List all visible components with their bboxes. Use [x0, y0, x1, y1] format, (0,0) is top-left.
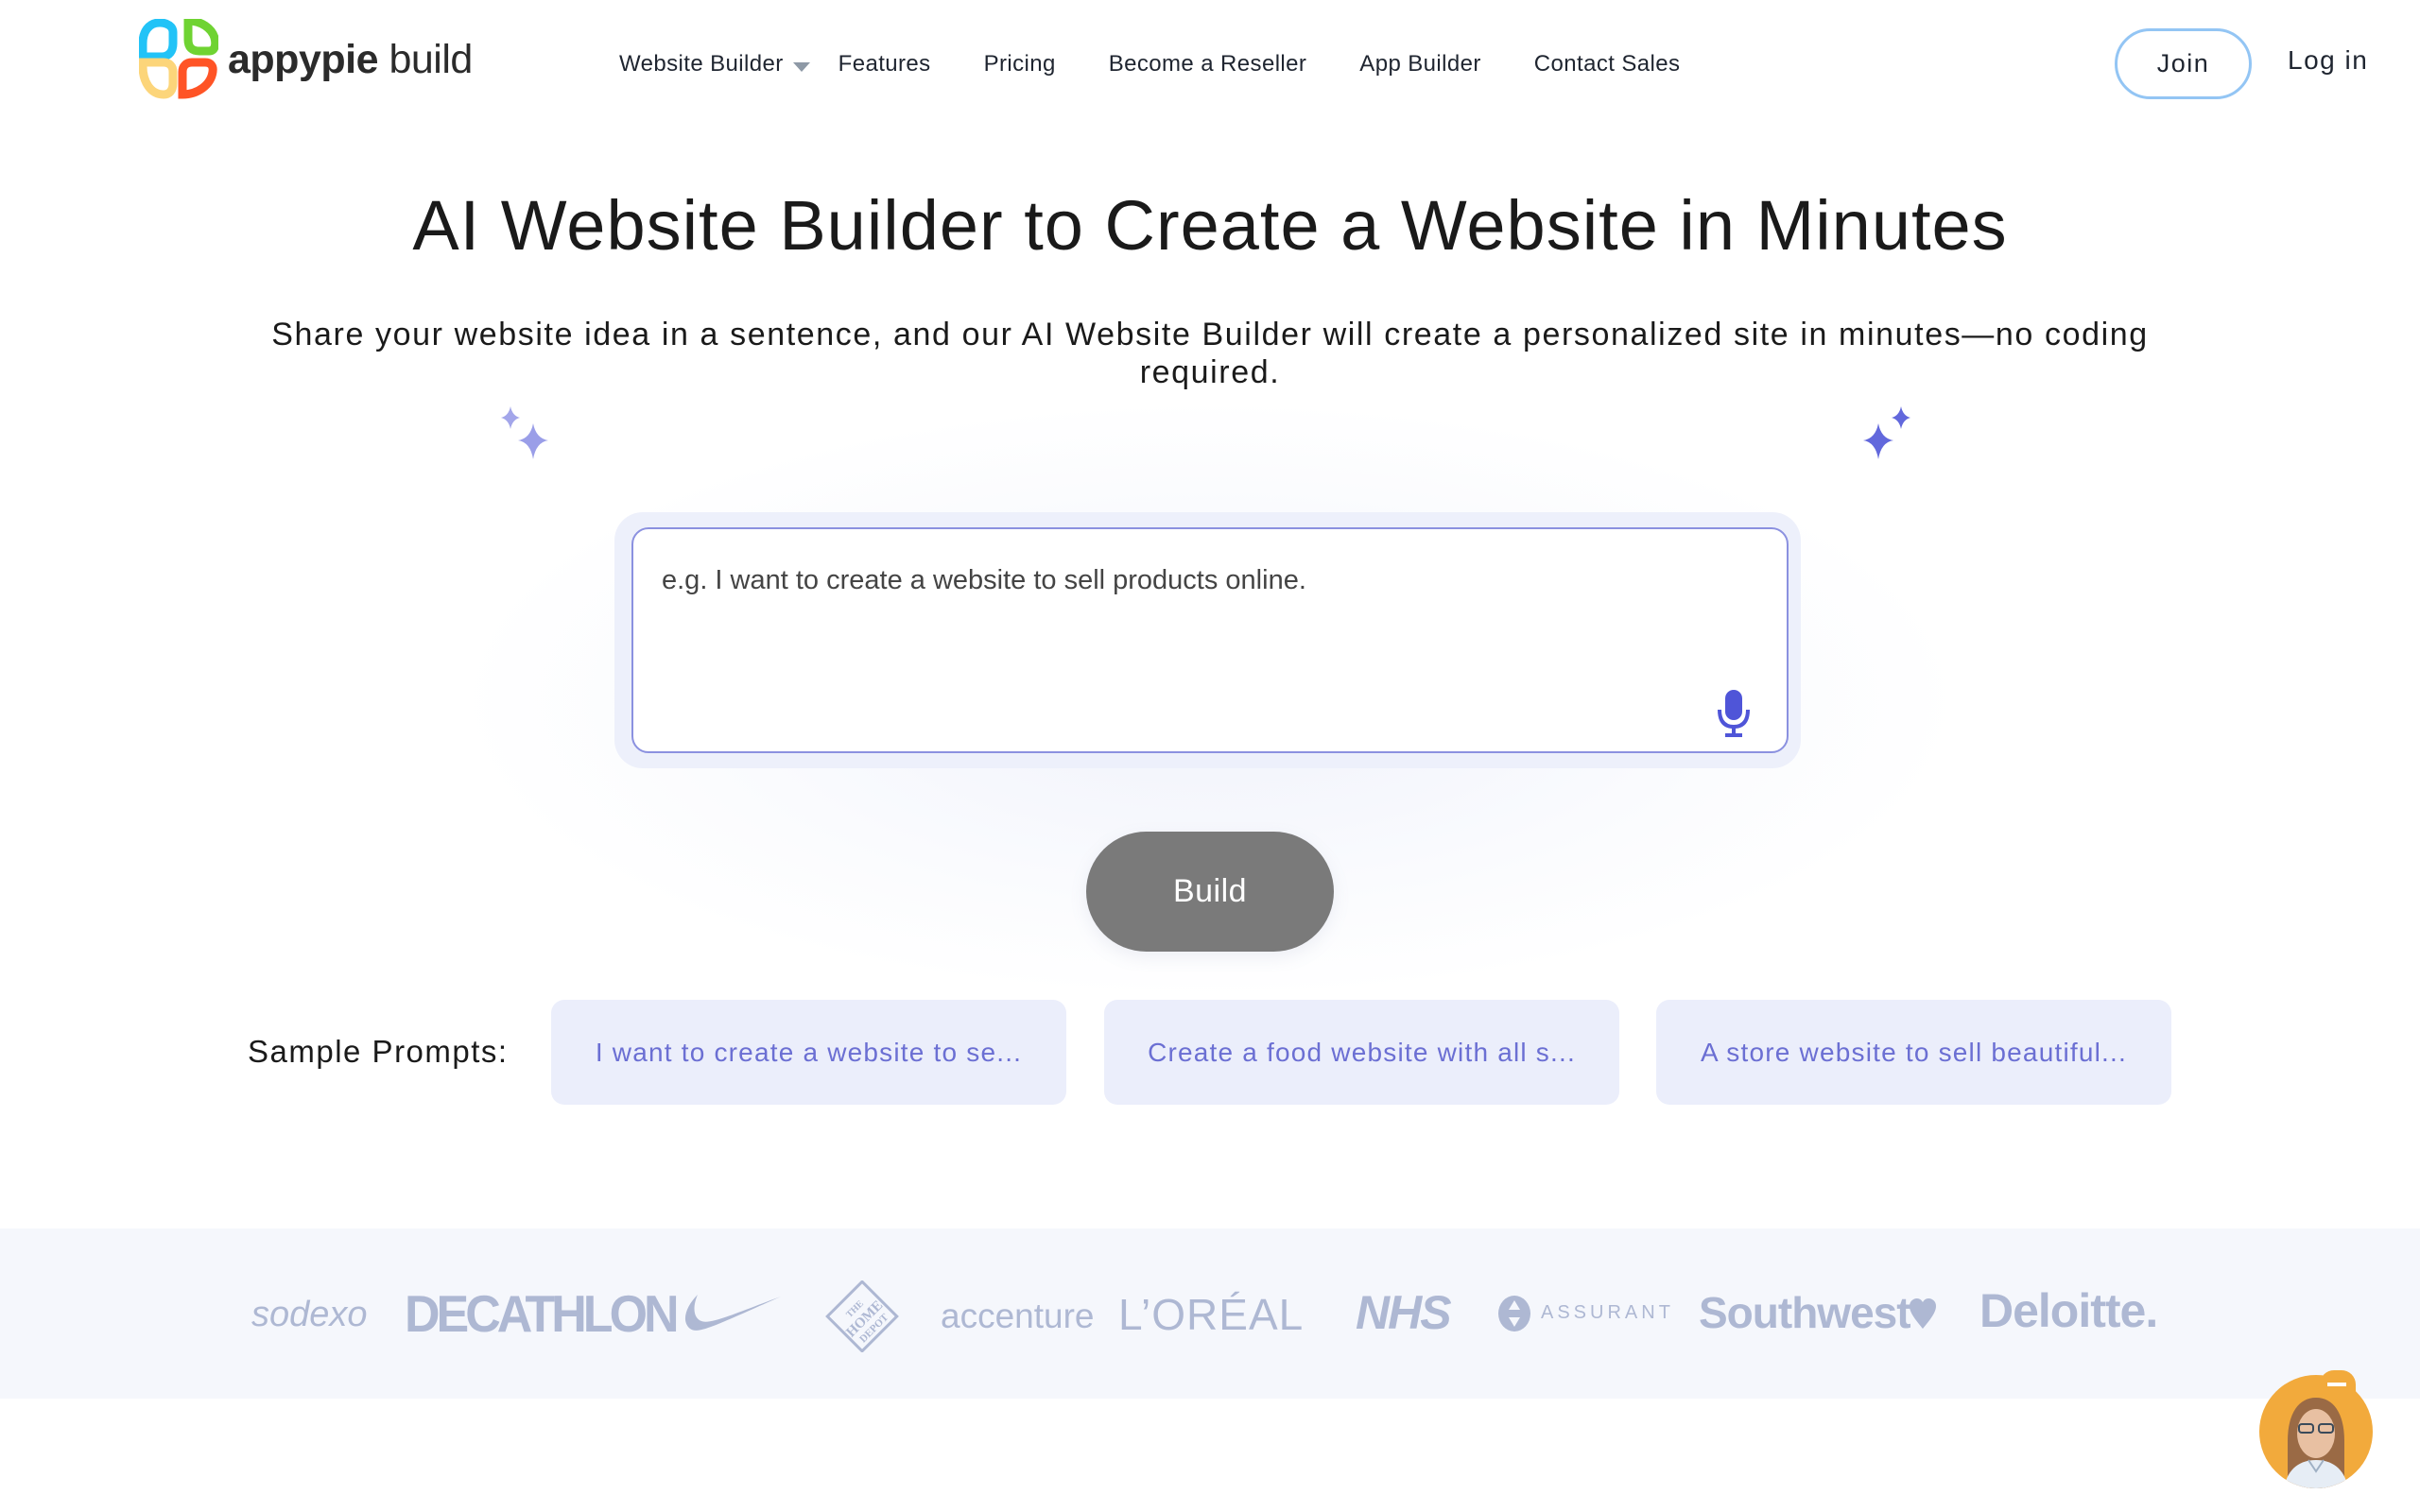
page-title: AI Website Builder to Create a Website i… — [412, 186, 2008, 265]
nav-features-label: Features — [838, 51, 931, 77]
loreal-logo: L’ORÉAL — [1118, 1290, 1305, 1339]
build-button[interactable]: Build — [1086, 832, 1334, 952]
assistant-avatar-icon — [2284, 1398, 2348, 1488]
nav-contact-sales[interactable]: Contact Sales — [1534, 51, 1681, 77]
chevron-down-icon — [792, 62, 810, 72]
nav-pricing[interactable]: Pricing — [984, 51, 1056, 77]
sample-prompts-label: Sample Prompts: — [248, 1034, 509, 1069]
nav-website-builder-label: Website Builder — [619, 51, 784, 77]
nav-app-builder-label: App Builder — [1359, 51, 1481, 77]
appypie-logo[interactable]: appypie build — [139, 19, 473, 100]
hero-subtitle: Share your website idea in a sentence, a… — [271, 317, 2149, 390]
accenture-logo: accenture — [941, 1297, 1095, 1335]
deloitte-logo: Deloitte. — [1979, 1284, 2158, 1337]
nike-swoosh-icon — [684, 1295, 781, 1331]
decathlon-logo: DECATHLON — [405, 1285, 680, 1344]
chat-assistant-button[interactable] — [2259, 1375, 2373, 1488]
assurant-globe-icon — [1498, 1296, 1530, 1332]
sparkle-icon — [1863, 406, 1910, 459]
website-idea-input[interactable] — [633, 529, 1787, 751]
sparkle-icon — [501, 406, 548, 459]
microphone-icon[interactable] — [1717, 689, 1751, 738]
prompt-box — [631, 527, 1789, 753]
sample-prompt-chip[interactable]: I want to create a website to se... — [551, 1000, 1066, 1105]
logo-wordmark: appypie build — [228, 36, 473, 82]
prompt-panel — [614, 512, 1801, 768]
nhs-logo: NHS — [1356, 1286, 1452, 1339]
assurant-logo: ASSURANT — [1541, 1302, 1674, 1323]
nav-features[interactable]: Features — [838, 51, 931, 77]
nav-become-reseller-label: Become a Reseller — [1108, 51, 1307, 77]
home-depot-logo-icon: THE HOME DEPOT — [825, 1280, 899, 1352]
nav-pricing-label: Pricing — [983, 51, 1056, 77]
login-link[interactable]: Log in — [2288, 45, 2368, 76]
appypie-clover-logo-icon — [139, 19, 218, 99]
nav-contact-sales-label: Contact Sales — [1533, 51, 1681, 77]
minimize-chat-button[interactable] — [2320, 1370, 2356, 1399]
sample-prompt-chip[interactable]: A store website to sell beautiful... — [1656, 1000, 2171, 1105]
join-button[interactable]: Join — [2115, 28, 2252, 99]
nav-become-reseller[interactable]: Become a Reseller — [1109, 51, 1307, 77]
southwest-logo: Southwest — [1699, 1288, 1911, 1337]
nav-app-builder[interactable]: App Builder — [1359, 51, 1480, 77]
main-nav: Website Builder Features Pricing Become … — [619, 45, 1733, 83]
sodexo-logo: sodexo — [251, 1295, 368, 1334]
sample-prompt-chip[interactable]: Create a food website with all s... — [1104, 1000, 1619, 1105]
southwest-heart-icon — [1910, 1298, 1936, 1329]
nav-website-builder[interactable]: Website Builder — [619, 51, 810, 77]
